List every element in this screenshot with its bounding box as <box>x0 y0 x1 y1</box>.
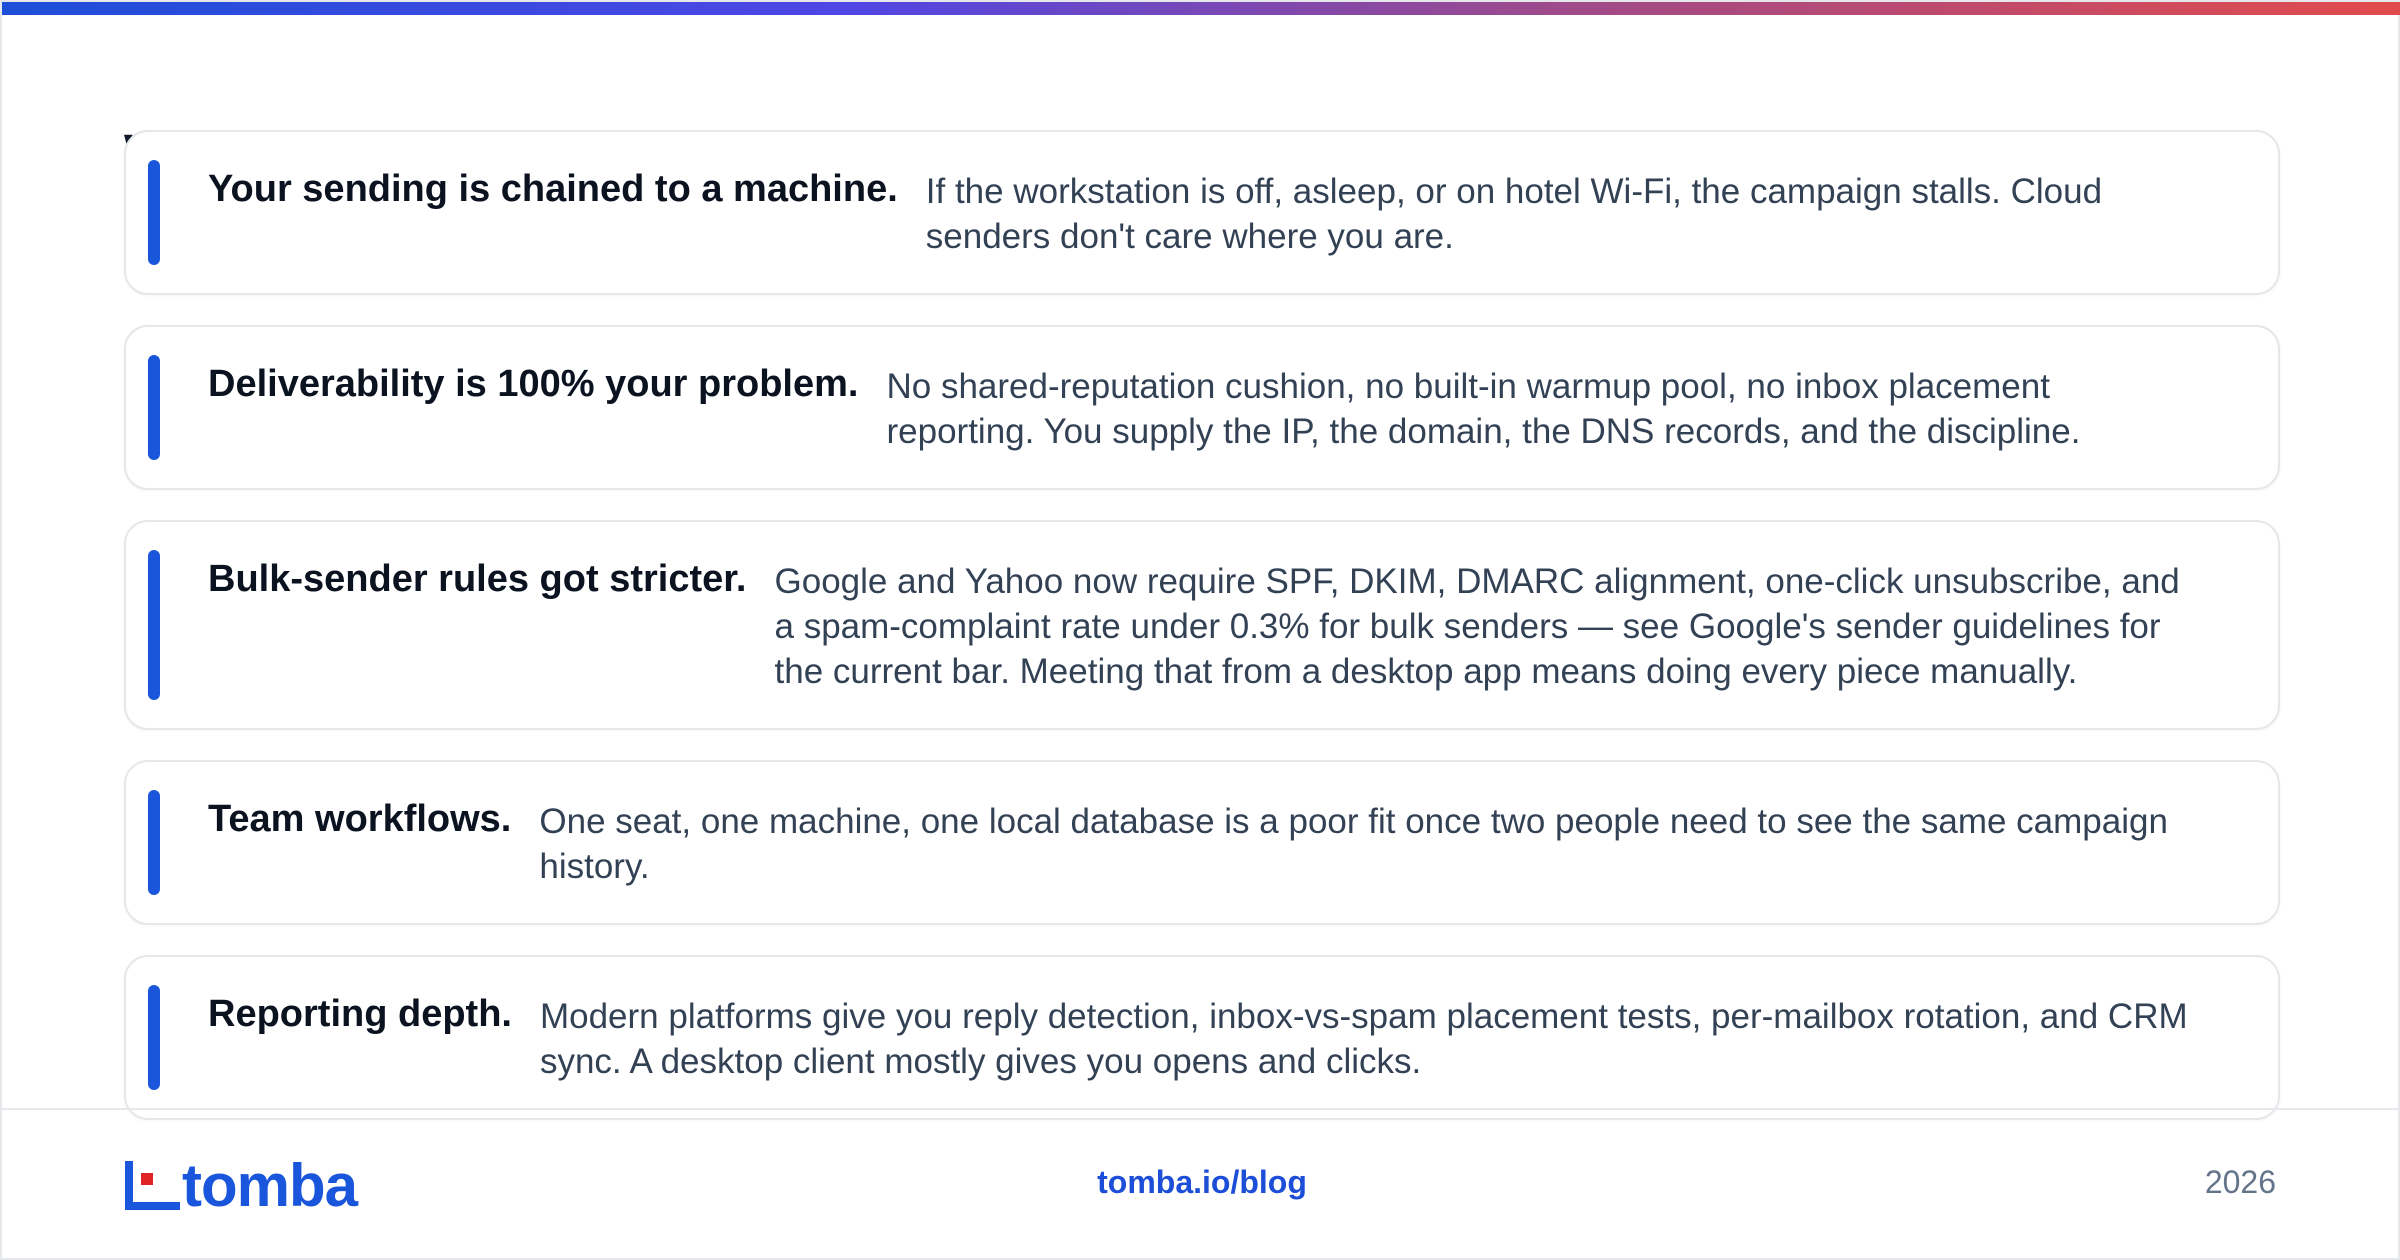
card-reporting: Reporting depth. Modern platforms give y… <box>124 955 2280 1120</box>
top-gradient-bar <box>2 2 2400 15</box>
card-lead: Team workflows. <box>208 798 512 840</box>
card-machine: Your sending is chained to a machine. If… <box>124 130 2280 295</box>
card-body: Google and Yahoo now require SPF, DKIM, … <box>774 562 2180 691</box>
card-lead: Deliverability is 100% your problem. <box>208 363 859 405</box>
card-list: Your sending is chained to a machine. If… <box>124 130 2280 1150</box>
card-deliverability: Deliverability is 100% your problem. No … <box>124 325 2280 490</box>
card-body: Modern platforms give you reply detectio… <box>539 997 2188 1081</box>
card-accent-bar <box>148 160 160 265</box>
card-lead: Reporting depth. <box>208 993 512 1035</box>
card-lead: Your sending is chained to a machine. <box>208 168 898 210</box>
card-team-workflows: Team workflows. One seat, one machine, o… <box>124 760 2280 925</box>
card-body: No shared-reputation cushion, no built-i… <box>886 367 2081 451</box>
card-accent-bar <box>148 985 160 1090</box>
card-body: If the workstation is off, asleep, or on… <box>925 172 2103 256</box>
footer-blog-link[interactable]: tomba.io/blog <box>2 1164 2400 1201</box>
card-bulk-sender: Bulk-sender rules got stricter. Google a… <box>124 520 2280 730</box>
footer-year: 2026 <box>2204 1164 2276 1200</box>
footer-divider <box>2 1108 2400 1110</box>
card-lead: Bulk-sender rules got stricter. <box>208 558 747 600</box>
card-accent-bar <box>148 355 160 460</box>
card-body: One seat, one machine, one local databas… <box>539 802 2168 886</box>
card-accent-bar <box>148 790 160 895</box>
card-accent-bar <box>148 550 160 700</box>
